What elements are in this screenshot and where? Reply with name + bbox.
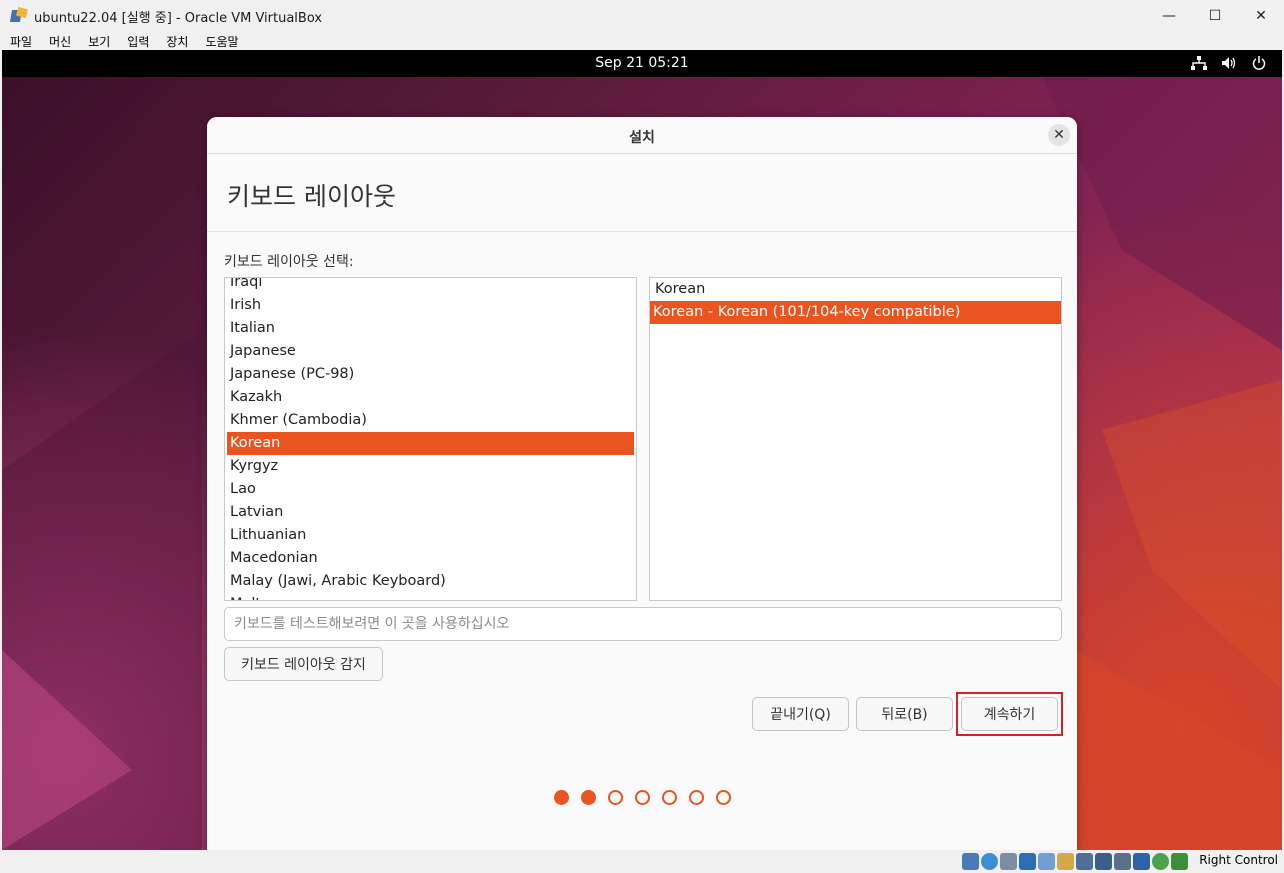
layout-list[interactable]: Iraqi Irish Italian Japanese Japanese (P… xyxy=(224,277,637,601)
vbox-titlebar: ubuntu22.04 [실행 중] - Oracle VM VirtualBo… xyxy=(0,0,1284,32)
progress-dot xyxy=(715,790,731,805)
list-item[interactable]: Macedonian xyxy=(227,547,634,570)
menu-input[interactable]: 입력 xyxy=(127,33,149,50)
hard-disk-icon[interactable] xyxy=(962,853,979,870)
display-icon[interactable] xyxy=(1076,853,1093,870)
maximize-button[interactable]: ☐ xyxy=(1192,0,1238,32)
progress-dots xyxy=(207,790,1077,805)
menu-help[interactable]: 도움말 xyxy=(205,33,238,50)
gnome-topbar: Sep 21 05:21 xyxy=(2,50,1282,77)
progress-dot xyxy=(580,790,596,805)
network-adapter-icon[interactable] xyxy=(1019,853,1036,870)
quit-button[interactable]: 끝내기(Q) xyxy=(752,697,849,731)
keyboard-capture-icon[interactable] xyxy=(1171,853,1188,870)
list-item[interactable]: Kyrgyz xyxy=(227,455,634,478)
list-item[interactable]: Korean xyxy=(652,278,1059,301)
list-item[interactable]: Japanese xyxy=(227,340,634,363)
recording-icon[interactable] xyxy=(1114,853,1131,870)
list-item[interactable]: Italian xyxy=(227,317,634,340)
volume-icon[interactable] xyxy=(1220,54,1238,72)
optical-drive-icon[interactable] xyxy=(981,853,998,870)
power-icon[interactable] xyxy=(1250,54,1268,72)
installer-dialog: 설치 ✕ 키보드 레이아웃 키보드 레이아웃 선택: Iraqi Irish I… xyxy=(207,117,1077,850)
detect-layout-button[interactable]: 키보드 레이아웃 감지 xyxy=(224,647,383,681)
vt-x-icon[interactable] xyxy=(1133,853,1150,870)
layout-choose-label: 키보드 레이아웃 선택: xyxy=(224,254,354,270)
video-capture-icon[interactable] xyxy=(1095,853,1112,870)
list-item-selected[interactable]: Korean - Korean (101/104-key compatible) xyxy=(650,301,1061,324)
progress-dot xyxy=(634,790,650,805)
page-title: 키보드 레이아웃 xyxy=(227,182,396,211)
vbox-statusbar: Right Control xyxy=(0,850,1284,873)
list-item[interactable]: Maltese xyxy=(227,593,634,600)
divider xyxy=(207,231,1077,232)
virtualbox-app-icon xyxy=(9,6,28,25)
mouse-integration-icon[interactable] xyxy=(1152,853,1169,870)
list-item[interactable]: Khmer (Cambodia) xyxy=(227,409,634,432)
list-item[interactable]: Japanese (PC-98) xyxy=(227,363,634,386)
clock[interactable]: Sep 21 05:21 xyxy=(2,55,1282,71)
menu-file[interactable]: 파일 xyxy=(10,33,32,50)
guest-display[interactable]: Sep 21 05:21 설치 ✕ 키보드 레이아웃 키보드 레이아웃 선택: … xyxy=(2,50,1282,850)
close-window-button[interactable]: ✕ xyxy=(1238,0,1284,32)
progress-dot xyxy=(553,790,569,805)
progress-dot xyxy=(688,790,704,805)
list-item[interactable]: Irish xyxy=(227,294,634,317)
keyboard-test-input[interactable] xyxy=(224,607,1062,641)
progress-dot xyxy=(661,790,677,805)
list-item[interactable]: Malay (Jawi, Arabic Keyboard) xyxy=(227,570,634,593)
list-item[interactable]: Kazakh xyxy=(227,386,634,409)
shared-folders-icon[interactable] xyxy=(1057,853,1074,870)
network-icon[interactable] xyxy=(1190,54,1208,72)
list-item[interactable]: Lithuanian xyxy=(227,524,634,547)
dialog-title: 설치 xyxy=(629,130,655,146)
host-key-label: Right Control xyxy=(1199,853,1278,867)
menu-devices[interactable]: 장치 xyxy=(166,33,188,50)
list-item[interactable]: Lao xyxy=(227,478,634,501)
usb-icon[interactable] xyxy=(1038,853,1055,870)
continue-button[interactable]: 계속하기 xyxy=(961,697,1058,731)
list-item[interactable]: Latvian xyxy=(227,501,634,524)
menu-machine[interactable]: 머신 xyxy=(49,33,71,50)
variant-list[interactable]: Korean Korean - Korean (101/104-key comp… xyxy=(649,277,1062,601)
minimize-button[interactable]: — xyxy=(1146,0,1192,32)
window-title: ubuntu22.04 [실행 중] - Oracle VM VirtualBo… xyxy=(34,10,323,26)
back-button[interactable]: 뒤로(B) xyxy=(856,697,953,731)
audio-icon[interactable] xyxy=(1000,853,1017,870)
progress-dot xyxy=(607,790,623,805)
menu-view[interactable]: 보기 xyxy=(88,33,110,50)
list-item[interactable]: Iraqi xyxy=(227,278,634,294)
list-item-selected[interactable]: Korean xyxy=(227,432,634,455)
dialog-header: 설치 ✕ xyxy=(207,117,1077,154)
dialog-close-button[interactable]: ✕ xyxy=(1048,124,1070,146)
vbox-menubar: 파일 머신 보기 입력 장치 도움말 xyxy=(0,32,1284,50)
